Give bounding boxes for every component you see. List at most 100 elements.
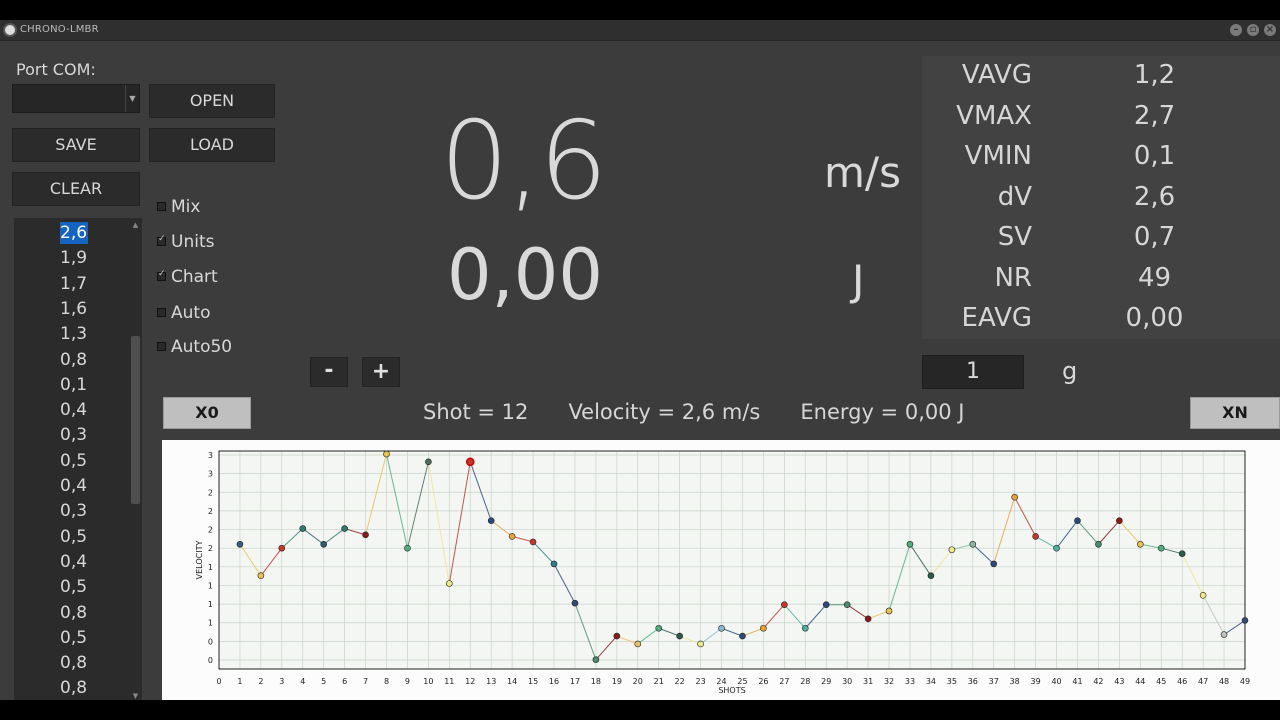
x0-button[interactable]: X0 [163, 397, 251, 429]
restore-icon[interactable]: ▫ [1247, 24, 1259, 36]
x-tick-label: 36 [968, 677, 978, 686]
data-point [1220, 631, 1228, 638]
x-tick-label: 4 [300, 677, 305, 686]
data-point [739, 632, 746, 640]
mass-input[interactable]: 1 [922, 355, 1024, 389]
x-tick-label: 37 [989, 677, 999, 686]
data-point [465, 457, 475, 467]
shot-list-item[interactable]: 0,4 [60, 551, 90, 573]
shot-list-item[interactable]: 1,9 [60, 247, 90, 269]
data-point [425, 458, 432, 466]
data-point [299, 525, 307, 532]
units-label: Units [171, 232, 215, 252]
shot-list-item[interactable]: 0,4 [60, 475, 90, 497]
x-tick-label: 1 [237, 677, 242, 686]
scroll-up-icon[interactable]: ▲ [132, 221, 139, 229]
x-tick-label: 27 [779, 677, 789, 686]
dropdown-arrow-icon[interactable]: ▼ [125, 85, 139, 112]
minus-button[interactable]: - [310, 357, 348, 387]
data-point [1199, 591, 1207, 599]
x-tick-label: 12 [465, 677, 475, 686]
chart-checkbox[interactable] [157, 269, 166, 281]
x-tick-label: 8 [384, 677, 389, 686]
units-checkbox[interactable] [157, 234, 166, 246]
stat-eavg-label: EAVG [961, 303, 1032, 333]
data-point [1095, 540, 1102, 548]
data-point [1074, 517, 1081, 525]
mix-checkbox[interactable] [157, 202, 166, 211]
x-tick-label: 9 [405, 677, 410, 686]
data-point [697, 640, 704, 648]
minimize-icon[interactable]: – [1230, 24, 1242, 36]
stat-vmax-label: VMAX [956, 101, 1032, 131]
plot-area [219, 451, 1245, 669]
auto-label: Auto [171, 303, 211, 323]
shot-list-item[interactable]: 1,7 [60, 273, 90, 295]
x-tick-label: 41 [1072, 677, 1082, 686]
load-button[interactable]: LOAD [149, 128, 275, 162]
x-tick-label: 39 [1031, 677, 1041, 686]
x-tick-label: 16 [549, 677, 559, 686]
stat-vmin-value: 0,1 [1133, 141, 1176, 171]
shot-list-item[interactable]: 0,8 [60, 677, 90, 699]
x-tick-label: 0 [216, 677, 221, 686]
shot-list-item[interactable]: 0,5 [60, 526, 90, 548]
y-tick-label: 3 [208, 470, 213, 479]
shot-list-item[interactable]: 0,3 [60, 500, 90, 522]
shot-list-item[interactable]: 0,8 [60, 602, 90, 624]
open-button[interactable]: OPEN [149, 84, 275, 118]
shot-list-item[interactable]: 0,4 [60, 399, 90, 421]
velocity-chart[interactable]: 0 0 1 1 1 1 2 2 2 2 3 3 0 1 2 3 4 5 6 7 8 9 10 11 12 13 14 15 16 17 18… [162, 440, 1280, 700]
xn-button[interactable]: XN [1190, 397, 1280, 429]
auto50-checkbox[interactable] [157, 342, 166, 351]
velocity-display: 0,6 [440, 99, 608, 224]
y-tick-label: 1 [208, 619, 213, 628]
y-axis-label: VELOCITY [195, 541, 204, 580]
plus-button[interactable]: + [362, 357, 400, 387]
shot-list-item[interactable]: 0,5 [60, 450, 90, 472]
x-tick-label: 14 [507, 677, 517, 686]
stat-vmax-value: 2,7 [1133, 101, 1176, 131]
app-window: CHRONO-LMBR – ▫ × Port COM: ▼ OPEN SAVE … [0, 20, 1280, 700]
data-point [1032, 533, 1039, 540]
shot-list-item[interactable]: 0,8 [60, 652, 90, 674]
data-point [1157, 544, 1165, 552]
data-point [781, 601, 788, 609]
data-point [1116, 517, 1123, 525]
x-tick-label: 31 [863, 677, 873, 686]
data-point [341, 525, 348, 532]
shot-list-item[interactable]: 1,6 [60, 298, 90, 320]
stat-eavg-value: 0,00 [1125, 303, 1184, 333]
x-tick-label: 2 [258, 677, 263, 686]
shot-list-item[interactable]: 0,3 [60, 424, 90, 446]
data-point [969, 540, 977, 548]
x-tick-label: 29 [821, 677, 831, 686]
list-scrollbar-thumb[interactable] [131, 336, 140, 504]
close-icon[interactable]: × [1264, 24, 1276, 36]
scroll-down-icon[interactable]: ▼ [132, 692, 139, 700]
y-tick-label: 1 [208, 600, 213, 609]
port-select[interactable]: ▼ [12, 84, 140, 113]
shot-list-item[interactable]: 0,5 [60, 627, 90, 649]
x-tick-label: 28 [800, 677, 810, 686]
velocity-unit: m/s [824, 148, 901, 197]
data-point [529, 538, 537, 546]
y-tick-label: 0 [208, 637, 213, 646]
save-button[interactable]: SAVE [12, 128, 140, 162]
shot-list[interactable]: 2,6 1,9 1,7 1,6 1,3 0,8 0,1 0,4 0,3 0,5 0,4 0,3 0,5 0… [14, 218, 142, 700]
clear-button[interactable]: CLEAR [12, 172, 140, 206]
x-tick-label: 45 [1156, 677, 1166, 686]
x-tick-label: 18 [591, 677, 601, 686]
x-tick-label: 24 [716, 677, 726, 686]
x-tick-label: 23 [695, 677, 705, 686]
stats-panel: VAVG 1,2 VMAX 2,7 VMIN 0,1 dV 2,6 SV 0,7… [922, 56, 1280, 339]
stat-vavg-label: VAVG [961, 60, 1032, 90]
shot-list-item[interactable]: 0,1 [60, 374, 90, 396]
x-tick-label: 25 [737, 677, 747, 686]
shot-list-item[interactable]: 1,3 [60, 323, 90, 345]
auto-checkbox[interactable] [157, 308, 166, 317]
shot-list-item[interactable]: 0,5 [60, 576, 90, 598]
shot-list-item[interactable]: 0,8 [60, 349, 90, 371]
auto50-label: Auto50 [171, 337, 233, 357]
shot-list-item[interactable]: 2,6 [60, 222, 88, 244]
